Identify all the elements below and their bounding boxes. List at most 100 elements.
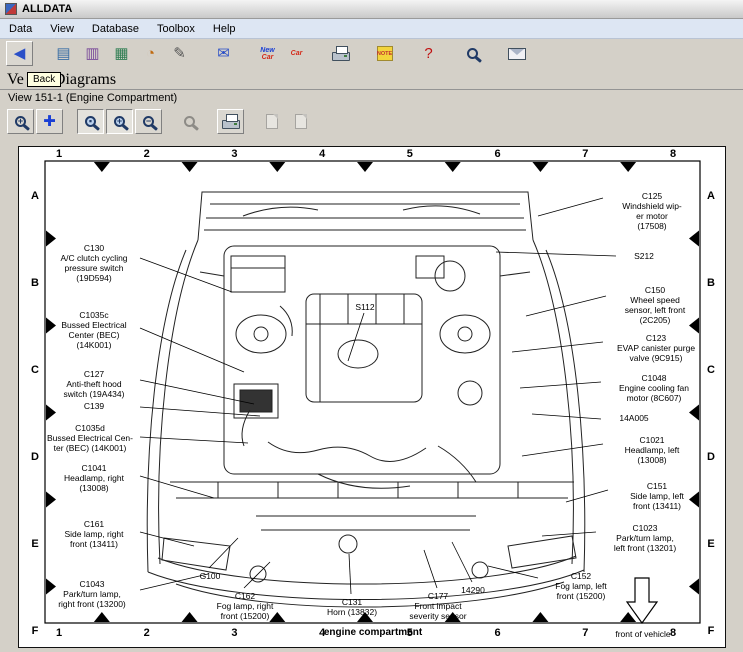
menu-toolbox[interactable]: Toolbox bbox=[148, 21, 204, 37]
menu-database[interactable]: Database bbox=[83, 21, 148, 37]
help-icon: ? bbox=[424, 46, 432, 61]
icon-group-8 bbox=[503, 41, 532, 66]
note-button[interactable]: NOTE bbox=[371, 41, 398, 66]
copy-image-button[interactable] bbox=[258, 109, 285, 134]
grid-label-C: C bbox=[707, 364, 715, 376]
icon-group-5: NOTE bbox=[371, 41, 400, 66]
icon-group-4 bbox=[258, 109, 316, 134]
grid-label-C: C bbox=[31, 364, 39, 376]
pan-button[interactable]: ✚ bbox=[36, 109, 63, 134]
diagram-area[interactable]: engine compartment front of vehicle 1122… bbox=[18, 146, 726, 648]
icon-group-1: ▪+− bbox=[77, 109, 164, 134]
tab-diagrams[interactable]: Diagrams bbox=[54, 71, 116, 89]
grid-label-A: A bbox=[31, 190, 39, 202]
grid-label-B: B bbox=[707, 277, 715, 289]
grid-label-7: 7 bbox=[582, 627, 588, 639]
zoom-in-button[interactable]: + bbox=[7, 109, 34, 134]
parts-labor-button[interactable]: ▦ bbox=[108, 41, 135, 66]
icon-group-4 bbox=[327, 41, 356, 66]
menu-data[interactable]: Data bbox=[0, 21, 41, 37]
mail-button[interactable] bbox=[503, 41, 530, 66]
search-vehicle-icon bbox=[467, 48, 478, 59]
grid-label-8: 8 bbox=[670, 148, 676, 160]
callout-c130: C130A/C clutch cyclingpressure switch(19… bbox=[49, 243, 139, 283]
new-car-button[interactable]: NewCar bbox=[254, 41, 281, 66]
zoom-toolbar: +✚▪+− bbox=[0, 107, 743, 136]
help-button[interactable]: ? bbox=[415, 41, 442, 66]
menu-help[interactable]: Help bbox=[204, 21, 245, 37]
icon-group-2: ✉ bbox=[210, 41, 239, 66]
mail-icon bbox=[508, 48, 526, 60]
callout-c1041: C1041Headlamp, right(13008) bbox=[49, 463, 139, 493]
icon-group-7 bbox=[459, 41, 488, 66]
callout-c177: C177Front impactseverity sensor bbox=[395, 591, 481, 621]
notes-edit-button[interactable]: ✎ bbox=[166, 41, 193, 66]
repair-info-icon: ▥ bbox=[85, 46, 99, 61]
diagram-caption: engine compartment bbox=[313, 627, 433, 638]
callout-s112: S112 bbox=[345, 302, 385, 312]
icon-group-0: +✚ bbox=[7, 109, 65, 134]
tabs-row: Ve Diagrams bbox=[0, 68, 743, 90]
icon-group-6: ? bbox=[415, 41, 444, 66]
zoom-reset-icon bbox=[184, 116, 195, 127]
callout-c152: C152Fog lamp, leftfront (15200) bbox=[541, 571, 621, 601]
app-icon bbox=[5, 3, 17, 15]
icon-group-1: ▤ ▥ ▦ ◔ ✎ bbox=[50, 41, 195, 66]
repair-info-button[interactable]: ▥ bbox=[79, 41, 106, 66]
fax-icon: ✉ bbox=[217, 46, 230, 61]
back-icon: ◀ bbox=[14, 46, 26, 61]
fax-button[interactable]: ✉ bbox=[210, 41, 237, 66]
callout-c151: C151Side lamp, leftfront (13411) bbox=[611, 481, 703, 511]
icon-group-3: NewCar Car bbox=[254, 41, 312, 66]
gauge-icon: ◔ bbox=[146, 46, 155, 61]
grid-label-3: 3 bbox=[231, 627, 237, 639]
grid-label-6: 6 bbox=[495, 148, 501, 160]
callout-c123: C123EVAP canister purgevalve (9C915) bbox=[606, 333, 706, 363]
notes-edit-icon: ✎ bbox=[173, 46, 186, 61]
new-car-icon: NewCar bbox=[260, 47, 274, 61]
callout-c1048: C1048Engine cooling fanmotor (8C607) bbox=[604, 373, 704, 403]
export-image-icon bbox=[295, 114, 307, 129]
grid-label-4: 4 bbox=[319, 148, 325, 160]
zoom-reset-button[interactable] bbox=[176, 109, 203, 134]
vehicle-report-button[interactable]: ▤ bbox=[50, 41, 77, 66]
grid-label-4: 4 bbox=[319, 627, 325, 639]
grid-label-A: A bbox=[707, 190, 715, 202]
main-toolbar: ◀ ▤ ▥ ▦ ◔ ✎ ✉ NewCar Car NOTE? bbox=[0, 39, 743, 68]
tab-vehicle[interactable]: Ve bbox=[7, 71, 24, 89]
menubar: DataViewDatabaseToolboxHelp bbox=[0, 19, 743, 39]
grid-label-7: 7 bbox=[582, 148, 588, 160]
parts-labor-icon: ▦ bbox=[114, 46, 128, 61]
vehicle-report-icon: ▤ bbox=[56, 46, 70, 61]
grid-label-1: 1 bbox=[56, 627, 62, 639]
zoom-in-icon: + bbox=[15, 116, 26, 127]
pan-icon: ✚ bbox=[43, 114, 56, 129]
zoom-window-button[interactable]: + bbox=[106, 109, 133, 134]
zoom-area-button[interactable]: ▪ bbox=[77, 109, 104, 134]
back-button[interactable]: ◀ bbox=[6, 41, 33, 66]
print-button[interactable] bbox=[327, 41, 354, 66]
callout-c150: C150Wheel speedsensor, left front(2C205) bbox=[609, 285, 701, 325]
grid-label-F: F bbox=[708, 625, 715, 637]
callout-c1035d: C1035dBussed Electrical Cen-ter (BEC) (1… bbox=[41, 423, 139, 453]
icon-group-0: ◀ bbox=[6, 41, 35, 66]
gauge-button[interactable]: ◔ bbox=[137, 41, 164, 66]
callout-c162: C162Fog lamp, rightfront (15200) bbox=[205, 591, 285, 621]
grid-label-8: 8 bbox=[670, 627, 676, 639]
menu-view[interactable]: View bbox=[41, 21, 83, 37]
callout-g100: G100 bbox=[184, 571, 236, 581]
print-diagram-button[interactable] bbox=[217, 109, 244, 134]
leader-lines bbox=[140, 198, 616, 594]
print-diagram-icon bbox=[222, 120, 240, 129]
export-image-button[interactable] bbox=[287, 109, 314, 134]
callout-s212: S212 bbox=[619, 251, 669, 261]
search-vehicle-button[interactable] bbox=[459, 41, 486, 66]
grid-label-3: 3 bbox=[231, 148, 237, 160]
note-icon: NOTE bbox=[377, 46, 393, 61]
icon-group-2 bbox=[176, 109, 205, 134]
view-title: View 151-1 (Engine Compartment) bbox=[0, 90, 743, 107]
car-button[interactable]: Car bbox=[283, 41, 310, 66]
callout-c139: C139 bbox=[49, 401, 139, 411]
grid-label-D: D bbox=[31, 451, 39, 463]
zoom-out-button[interactable]: − bbox=[135, 109, 162, 134]
